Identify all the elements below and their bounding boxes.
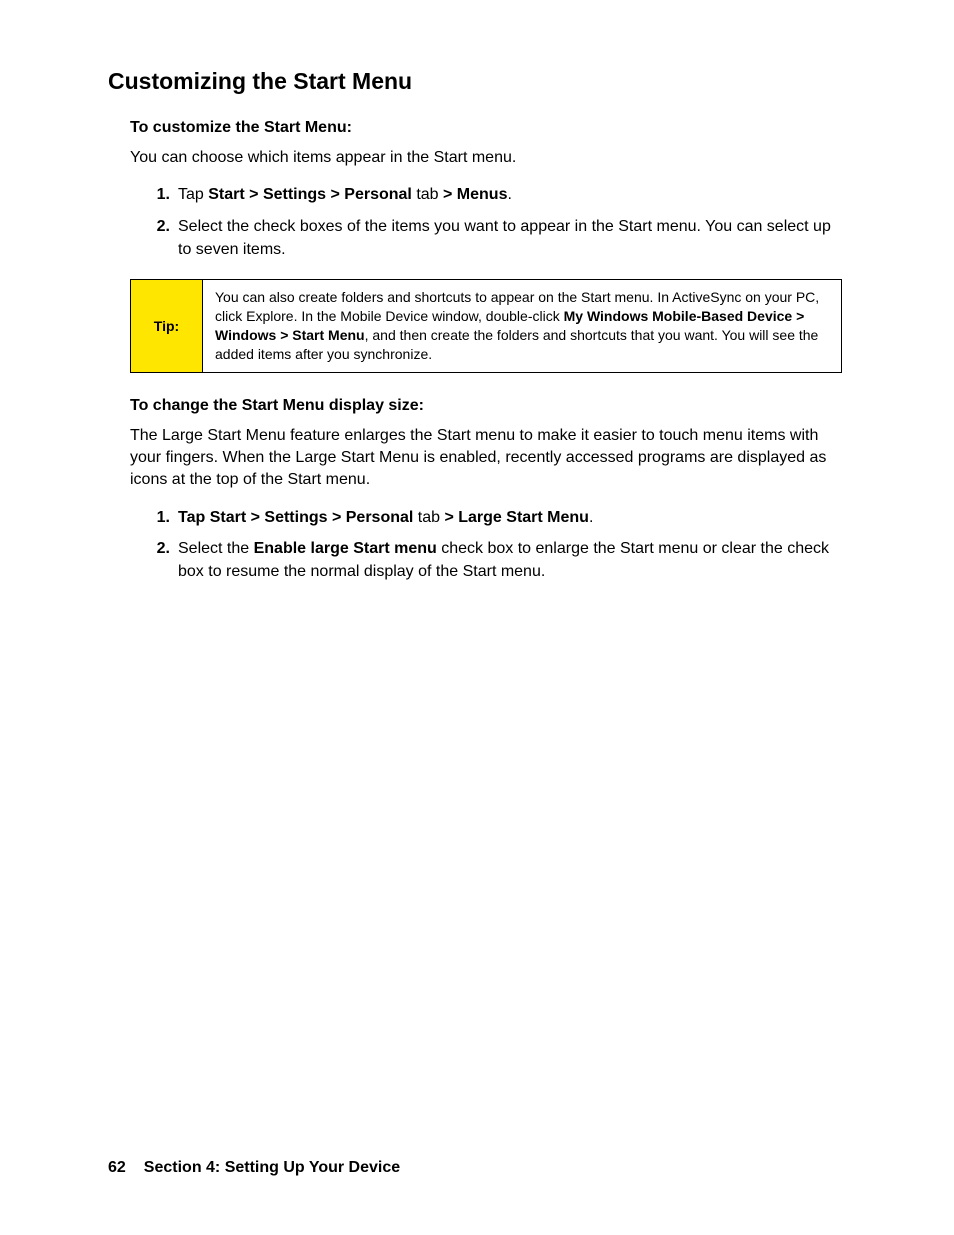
section-customize: To customize the Start Menu: You can cho… bbox=[130, 119, 842, 583]
step-text: Select the Enable large Start menu check… bbox=[178, 540, 829, 580]
step-1: 1. Tap Start > Settings > Personal tab >… bbox=[130, 506, 842, 529]
text-run-bold: Tap Start > Settings > Personal bbox=[178, 509, 413, 526]
text-run: Tap bbox=[178, 186, 208, 203]
text-run-bold: > Large Start Menu bbox=[444, 509, 588, 526]
step-1: 1. Tap Start > Settings > Personal tab >… bbox=[130, 183, 842, 206]
text-run: . bbox=[507, 186, 511, 203]
intro-customize: You can choose which items appear in the… bbox=[130, 147, 842, 169]
document-page: Customizing the Start Menu To customize … bbox=[0, 0, 954, 1235]
text-run-bold: Enable large Start menu bbox=[254, 540, 437, 557]
step-text: Tap Start > Settings > Personal tab > La… bbox=[178, 509, 593, 526]
page-footer: 62 Section 4: Setting Up Your Device bbox=[108, 1159, 400, 1177]
page-heading: Customizing the Start Menu bbox=[108, 68, 842, 95]
tip-label: Tip: bbox=[131, 280, 203, 372]
step-2: 2. Select the check boxes of the items y… bbox=[130, 215, 842, 261]
step-number: 2. bbox=[150, 215, 170, 238]
subheading-customize: To customize the Start Menu: bbox=[130, 119, 842, 137]
text-run-bold: Start > Settings > Personal bbox=[208, 186, 412, 203]
text-run: tab bbox=[413, 509, 444, 526]
subheading-display-size: To change the Start Menu display size: bbox=[130, 397, 842, 415]
steps-display-size: 1. Tap Start > Settings > Personal tab >… bbox=[130, 506, 842, 584]
text-run: . bbox=[589, 509, 593, 526]
intro-display-size: The Large Start Menu feature enlarges th… bbox=[130, 425, 842, 492]
step-number: 1. bbox=[150, 183, 170, 206]
section-title: Section 4: Setting Up Your Device bbox=[144, 1159, 400, 1176]
step-text: Tap Start > Settings > Personal tab > Me… bbox=[178, 186, 512, 203]
step-number: 2. bbox=[150, 537, 170, 560]
text-run: tab bbox=[412, 186, 443, 203]
step-number: 1. bbox=[150, 506, 170, 529]
step-2: 2. Select the Enable large Start menu ch… bbox=[130, 537, 842, 583]
steps-customize: 1. Tap Start > Settings > Personal tab >… bbox=[130, 183, 842, 261]
text-run: Select the bbox=[178, 540, 254, 557]
tip-content: You can also create folders and shortcut… bbox=[203, 280, 841, 372]
step-text: Select the check boxes of the items you … bbox=[178, 218, 831, 258]
text-run-bold: > Menus bbox=[443, 186, 507, 203]
tip-box: Tip: You can also create folders and sho… bbox=[130, 279, 842, 373]
page-number: 62 bbox=[108, 1159, 126, 1176]
